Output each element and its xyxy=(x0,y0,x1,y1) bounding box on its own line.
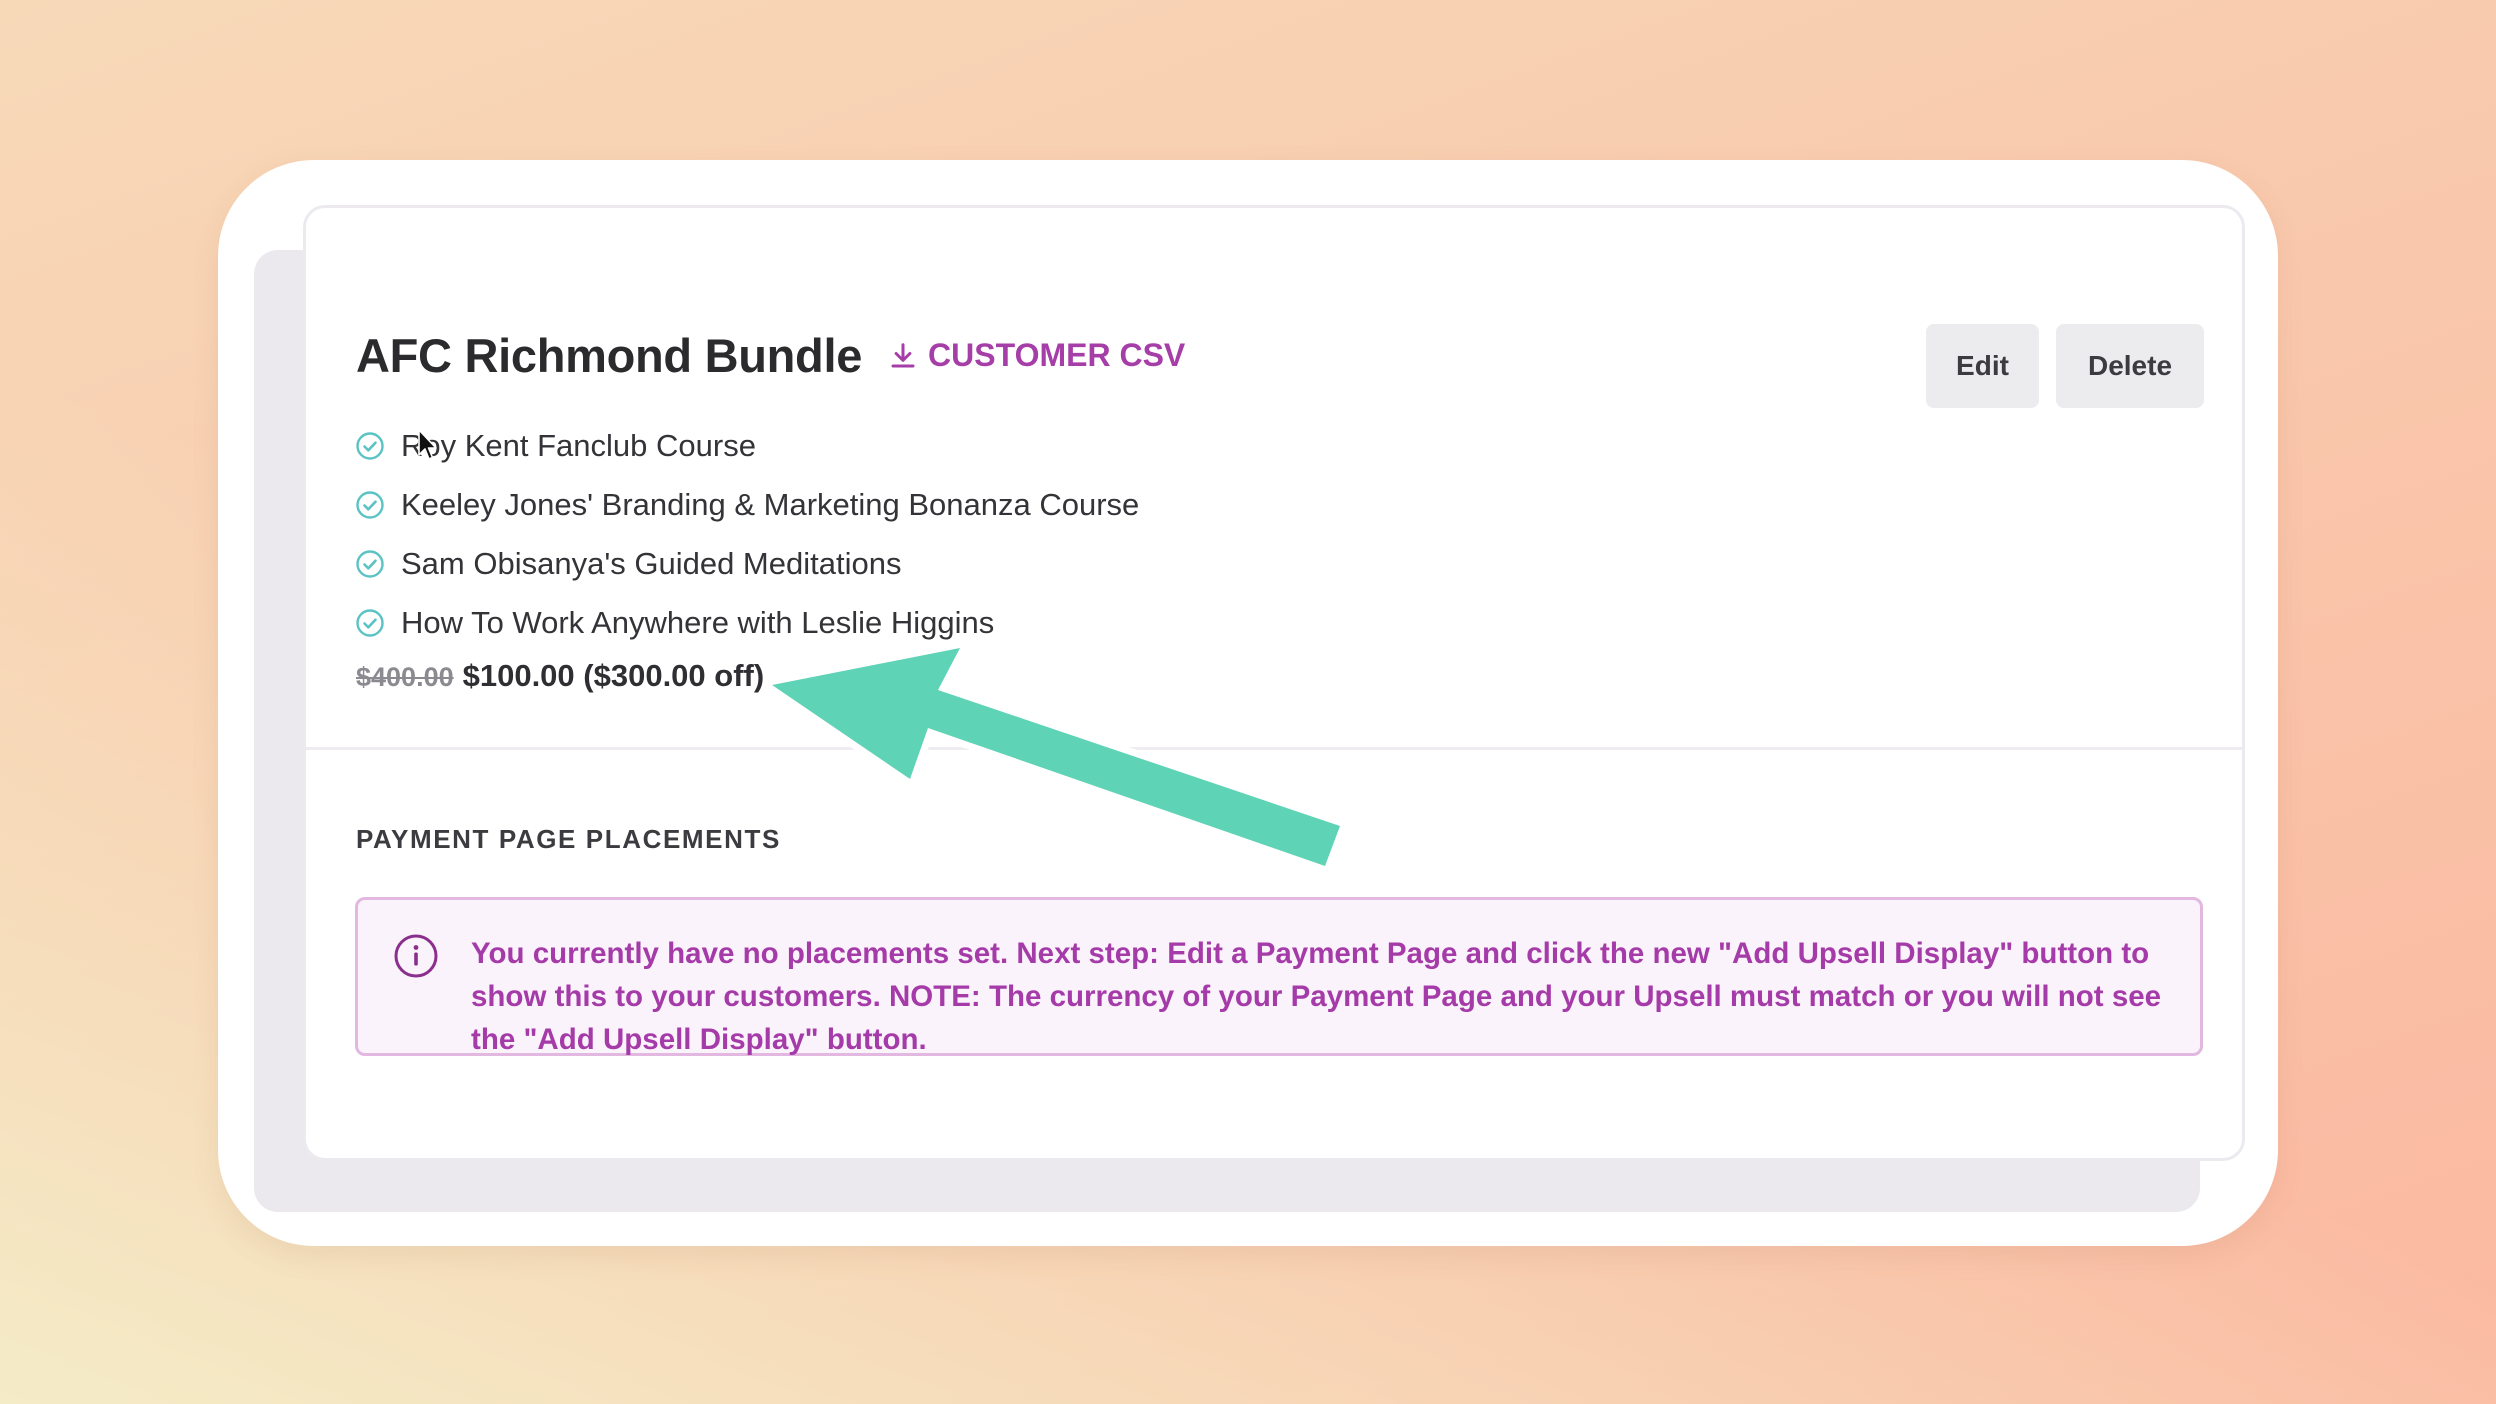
delete-button[interactable]: Delete xyxy=(2056,324,2204,408)
list-item: Keeley Jones' Branding & Marketing Bonan… xyxy=(355,475,1139,534)
notice-text: You currently have no placements set. Ne… xyxy=(471,937,2162,1056)
download-icon xyxy=(891,342,915,367)
info-icon xyxy=(393,933,439,979)
customer-csv-link[interactable]: CUSTOMER CSV xyxy=(888,337,1185,374)
list-item: Sam Obisanya's Guided Meditations xyxy=(355,534,1139,593)
course-list: Roy Kent Fanclub Course Keeley Jones' Br… xyxy=(355,416,1139,652)
check-circle-icon xyxy=(355,608,385,638)
check-circle-icon xyxy=(355,549,385,579)
course-label: Keeley Jones' Branding & Marketing Bonan… xyxy=(401,486,1140,522)
list-item: Roy Kent Fanclub Course xyxy=(355,416,1139,475)
arrow-icon xyxy=(765,641,1347,873)
cursor-icon xyxy=(418,429,437,460)
course-label: Sam Obisanya's Guided Meditations xyxy=(401,545,902,581)
sale-price: $100.00 ($300.00 off) xyxy=(462,658,765,693)
edit-button[interactable]: Edit xyxy=(1926,324,2039,408)
placements-notice: You currently have no placements set. Ne… xyxy=(355,897,2203,1056)
course-label: How To Work Anywhere with Leslie Higgins xyxy=(401,604,995,640)
original-price: $400.00 xyxy=(356,662,454,692)
placements-heading: PAYMENT PAGE PLACEMENTS xyxy=(356,824,781,854)
course-label: Roy Kent Fanclub Course xyxy=(401,427,756,463)
title-row: AFC Richmond Bundle CUSTOMER CSV xyxy=(356,328,1185,383)
page-title: AFC Richmond Bundle xyxy=(356,329,863,382)
check-circle-icon xyxy=(355,490,385,520)
price-row: $400.00 $100.00 ($300.00 off) xyxy=(356,658,764,694)
customer-csv-label: CUSTOMER CSV xyxy=(928,337,1186,373)
check-circle-icon xyxy=(355,431,385,461)
